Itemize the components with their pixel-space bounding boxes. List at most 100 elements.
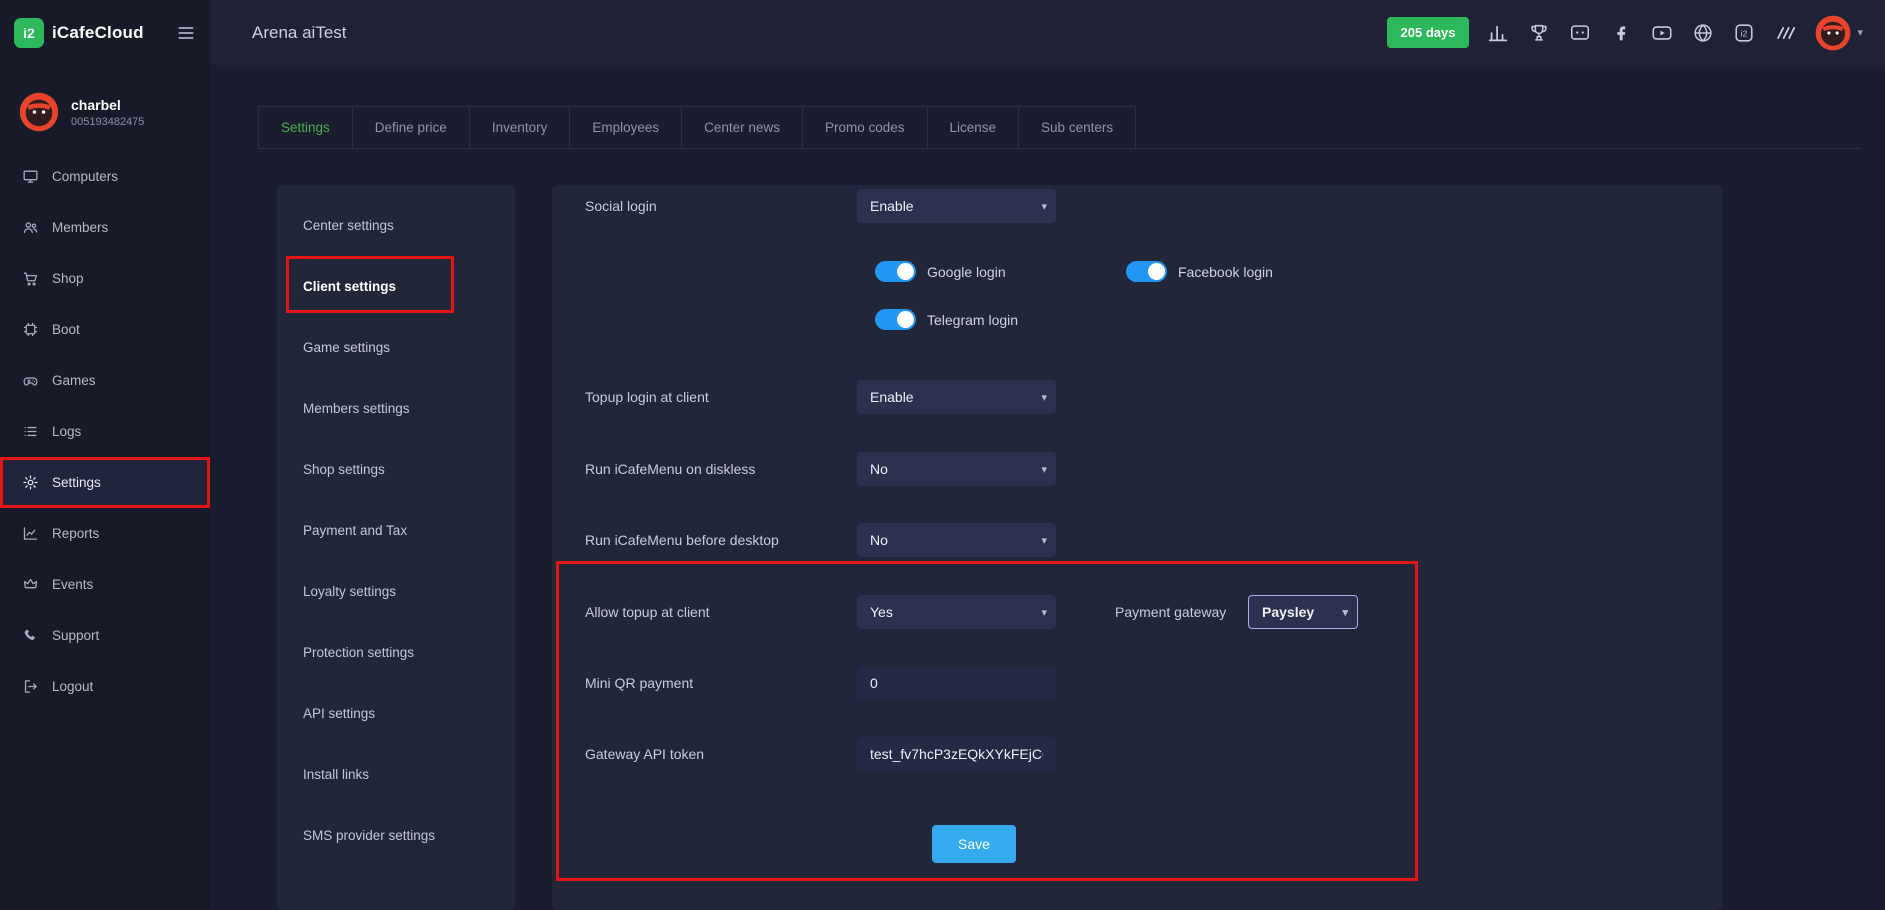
sidebar-item-settings[interactable]: Settings — [0, 457, 210, 508]
diskless-select[interactable]: No ▾ — [857, 452, 1056, 486]
topbar-actions: 205 days i2 ▾ — [1387, 14, 1885, 52]
sidebar-item-label: Events — [52, 577, 93, 592]
tab-sub-centers[interactable]: Sub centers — [1019, 106, 1136, 148]
toggle-knob — [897, 311, 914, 328]
sidebar-item-computers[interactable]: Computers — [0, 151, 210, 202]
telegram-login-label: Telegram login — [927, 312, 1018, 328]
layers-icon[interactable] — [1773, 21, 1797, 45]
facebook-login-toggle[interactable] — [1126, 261, 1167, 282]
nav-item-shop-settings[interactable]: Shop settings — [277, 439, 515, 500]
before-desktop-select[interactable]: No ▾ — [857, 523, 1056, 557]
nav-item-sms-provider-settings[interactable]: SMS provider settings — [277, 805, 515, 866]
logo-area: i2 iCafeCloud — [0, 0, 210, 65]
save-button[interactable]: Save — [932, 825, 1016, 863]
chart-icon — [22, 525, 39, 542]
tab-center-news[interactable]: Center news — [682, 106, 803, 148]
cart-icon — [22, 270, 39, 287]
before-desktop-label: Run iCafeMenu before desktop — [585, 532, 779, 548]
nav-item-protection-settings[interactable]: Protection settings — [277, 622, 515, 683]
toggle-knob — [1148, 263, 1165, 280]
social-login-select[interactable]: Enable ▾ — [857, 189, 1056, 223]
facebook-icon[interactable] — [1609, 21, 1633, 45]
payment-gateway-value: Paysley — [1262, 604, 1314, 620]
sidebar-item-logout[interactable]: Logout — [0, 661, 210, 712]
nav-item-loyalty-settings[interactable]: Loyalty settings — [277, 561, 515, 622]
tabs-bar: Settings Define price Inventory Employee… — [258, 106, 1861, 149]
facebook-login-row: Facebook login — [1126, 261, 1273, 282]
sidebar-item-label: Logout — [52, 679, 93, 694]
sidebar-item-shop[interactable]: Shop — [0, 253, 210, 304]
sidebar-item-members[interactable]: Members — [0, 202, 210, 253]
globe-icon[interactable] — [1691, 21, 1715, 45]
google-login-label: Google login — [927, 264, 1006, 280]
sidebar: charbel 005193482475 Computers Members S… — [0, 65, 210, 910]
nav-item-members-settings[interactable]: Members settings — [277, 378, 515, 439]
tab-promo-codes[interactable]: Promo codes — [803, 106, 928, 148]
topup-login-select[interactable]: Enable ▾ — [857, 380, 1056, 414]
nav-item-client-settings[interactable]: Client settings — [277, 256, 515, 317]
topup-login-label: Topup login at client — [585, 389, 709, 405]
youtube-icon[interactable] — [1650, 21, 1674, 45]
icafe-icon[interactable]: i2 — [1732, 21, 1756, 45]
topup-login-value: Enable — [870, 389, 914, 405]
phone-icon — [22, 627, 39, 644]
app-logo[interactable]: i2 iCafeCloud — [14, 18, 144, 48]
monitor-icon — [22, 168, 39, 185]
user-menu[interactable]: ▾ — [1814, 14, 1863, 52]
trophy-icon[interactable] — [1527, 21, 1551, 45]
chevron-down-icon: ▾ — [1041, 200, 1047, 213]
gear-icon — [22, 474, 39, 491]
chip-icon — [22, 321, 39, 338]
sidebar-item-support[interactable]: Support — [0, 610, 210, 661]
settings-nav-panel: Center settings Client settings Game set… — [277, 185, 515, 910]
allow-topup-select[interactable]: Yes ▾ — [857, 595, 1056, 629]
telegram-login-toggle[interactable] — [875, 309, 916, 330]
main-content: Settings Define price Inventory Employee… — [210, 65, 1885, 910]
sidebar-item-label: Shop — [52, 271, 84, 286]
google-login-toggle[interactable] — [875, 261, 916, 282]
nav-item-center-settings[interactable]: Center settings — [277, 195, 515, 256]
gateway-token-input[interactable] — [857, 737, 1056, 771]
payment-gateway-select[interactable]: Paysley ▾ — [1248, 595, 1358, 629]
toggle-knob — [897, 263, 914, 280]
logout-icon — [22, 678, 39, 695]
user-id: 005193482475 — [71, 116, 144, 128]
sidebar-item-games[interactable]: Games — [0, 355, 210, 406]
sidebar-item-boot[interactable]: Boot — [0, 304, 210, 355]
sidebar-user[interactable]: charbel 005193482475 — [0, 65, 210, 151]
sidebar-item-label: Settings — [52, 475, 101, 490]
tab-employees[interactable]: Employees — [570, 106, 682, 148]
sidebar-item-label: Support — [52, 628, 99, 643]
license-days-badge[interactable]: 205 days — [1387, 17, 1470, 48]
sidebar-item-events[interactable]: Events — [0, 559, 210, 610]
user-name: charbel — [71, 97, 144, 113]
page-title: Arena aiTest — [252, 23, 347, 43]
tab-define-price[interactable]: Define price — [353, 106, 470, 148]
sidebar-item-reports[interactable]: Reports — [0, 508, 210, 559]
icafecloud-logo-icon: i2 — [14, 18, 44, 48]
social-login-label: Social login — [585, 198, 657, 214]
crown-icon — [22, 576, 39, 593]
discord-icon[interactable] — [1568, 21, 1592, 45]
chevron-down-icon: ▾ — [1342, 606, 1348, 619]
nav-item-payment-and-tax[interactable]: Payment and Tax — [277, 500, 515, 561]
gamepad-icon — [22, 372, 39, 389]
nav-item-api-settings[interactable]: API settings — [277, 683, 515, 744]
topbar: i2 iCafeCloud Arena aiTest 205 days i2 — [0, 0, 1885, 65]
avatar — [1814, 14, 1852, 52]
tab-inventory[interactable]: Inventory — [470, 106, 571, 148]
facebook-login-label: Facebook login — [1178, 264, 1273, 280]
nav-item-game-settings[interactable]: Game settings — [277, 317, 515, 378]
logo-text: iCafeCloud — [52, 23, 144, 43]
tab-license[interactable]: License — [928, 106, 1020, 148]
tab-settings[interactable]: Settings — [258, 106, 353, 148]
hamburger-menu-icon[interactable] — [176, 23, 196, 43]
stats-icon[interactable] — [1486, 21, 1510, 45]
nav-item-install-links[interactable]: Install links — [277, 744, 515, 805]
chevron-down-icon: ▾ — [1041, 606, 1047, 619]
mini-qr-input[interactable] — [857, 666, 1056, 700]
svg-text:i2: i2 — [1741, 29, 1748, 38]
sidebar-item-label: Reports — [52, 526, 99, 541]
sidebar-item-logs[interactable]: Logs — [0, 406, 210, 457]
sidebar-item-label: Games — [52, 373, 96, 388]
